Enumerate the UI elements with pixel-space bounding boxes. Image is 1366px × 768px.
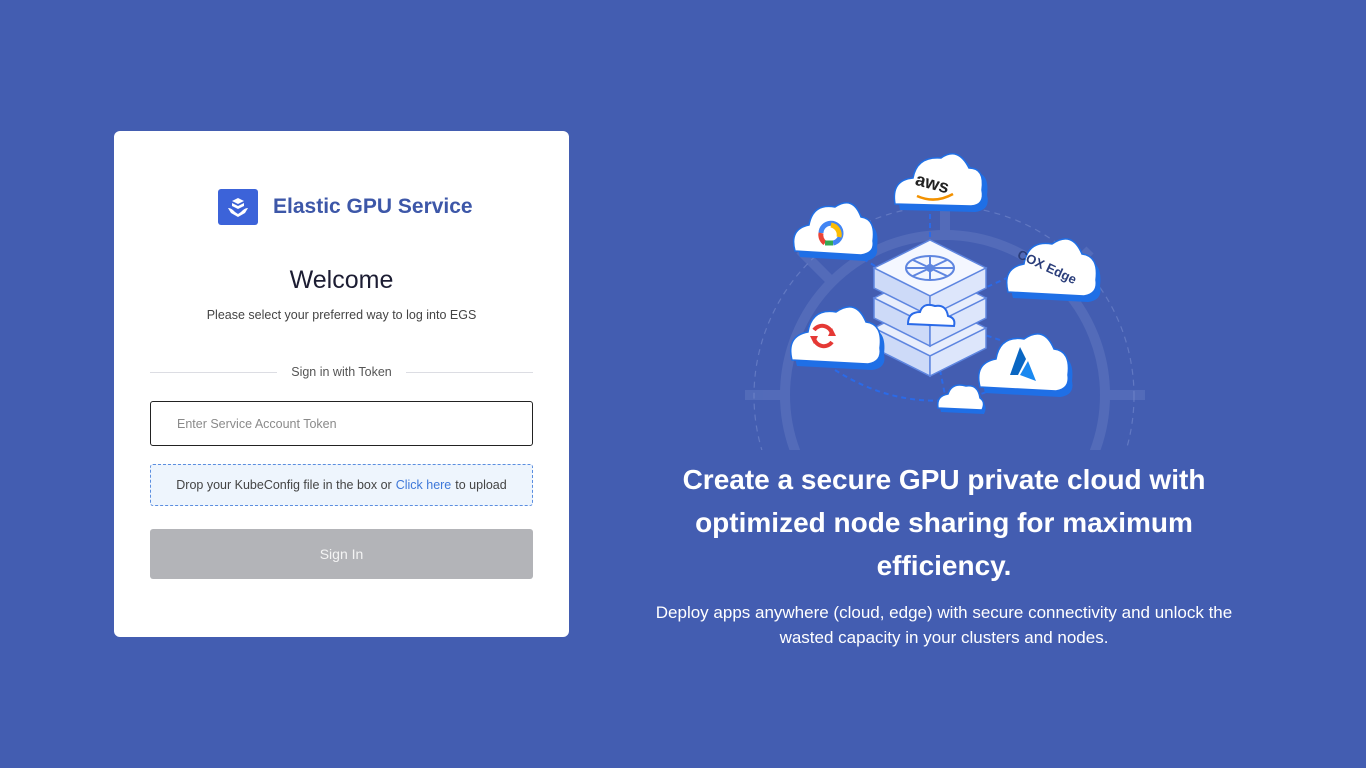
token-input[interactable] — [150, 401, 533, 446]
divider-line-left — [150, 371, 278, 373]
brand: Elastic GPU Service — [218, 189, 473, 225]
hero-description: Deploy apps anywhere (cloud, edge) with … — [655, 603, 1233, 647]
sign-in-button[interactable]: Sign In — [150, 529, 533, 579]
hero-illustration: aws COX Edge — [690, 140, 1200, 587]
dropzone-suffix: to upload — [455, 478, 507, 492]
login-card: Elastic GPU Service Welcome Please selec… — [114, 131, 569, 637]
divider-line-right — [405, 371, 533, 373]
page-title: Welcome — [289, 266, 394, 294]
hero-headline: Create a secure GPU private cloud with o… — [682, 464, 1206, 581]
small-cloud-icon — [936, 384, 986, 414]
kubeconfig-dropzone[interactable]: Drop your KubeConfig file in the box or … — [150, 464, 533, 506]
login-subtitle: Please select your preferred way to log … — [206, 308, 477, 322]
signin-divider: Sign in with Token — [150, 364, 533, 380]
dropzone-text: Drop your KubeConfig file in the box or — [176, 478, 392, 492]
egs-logo-icon — [218, 189, 258, 225]
divider-label: Sign in with Token — [291, 365, 392, 379]
upload-link[interactable]: Click here — [396, 478, 452, 492]
aws-cloud-icon: aws — [893, 153, 988, 212]
google-cloud-icon — [792, 202, 878, 261]
azure-cloud-icon — [978, 333, 1073, 397]
brand-name: Elastic GPU Service — [273, 195, 473, 218]
